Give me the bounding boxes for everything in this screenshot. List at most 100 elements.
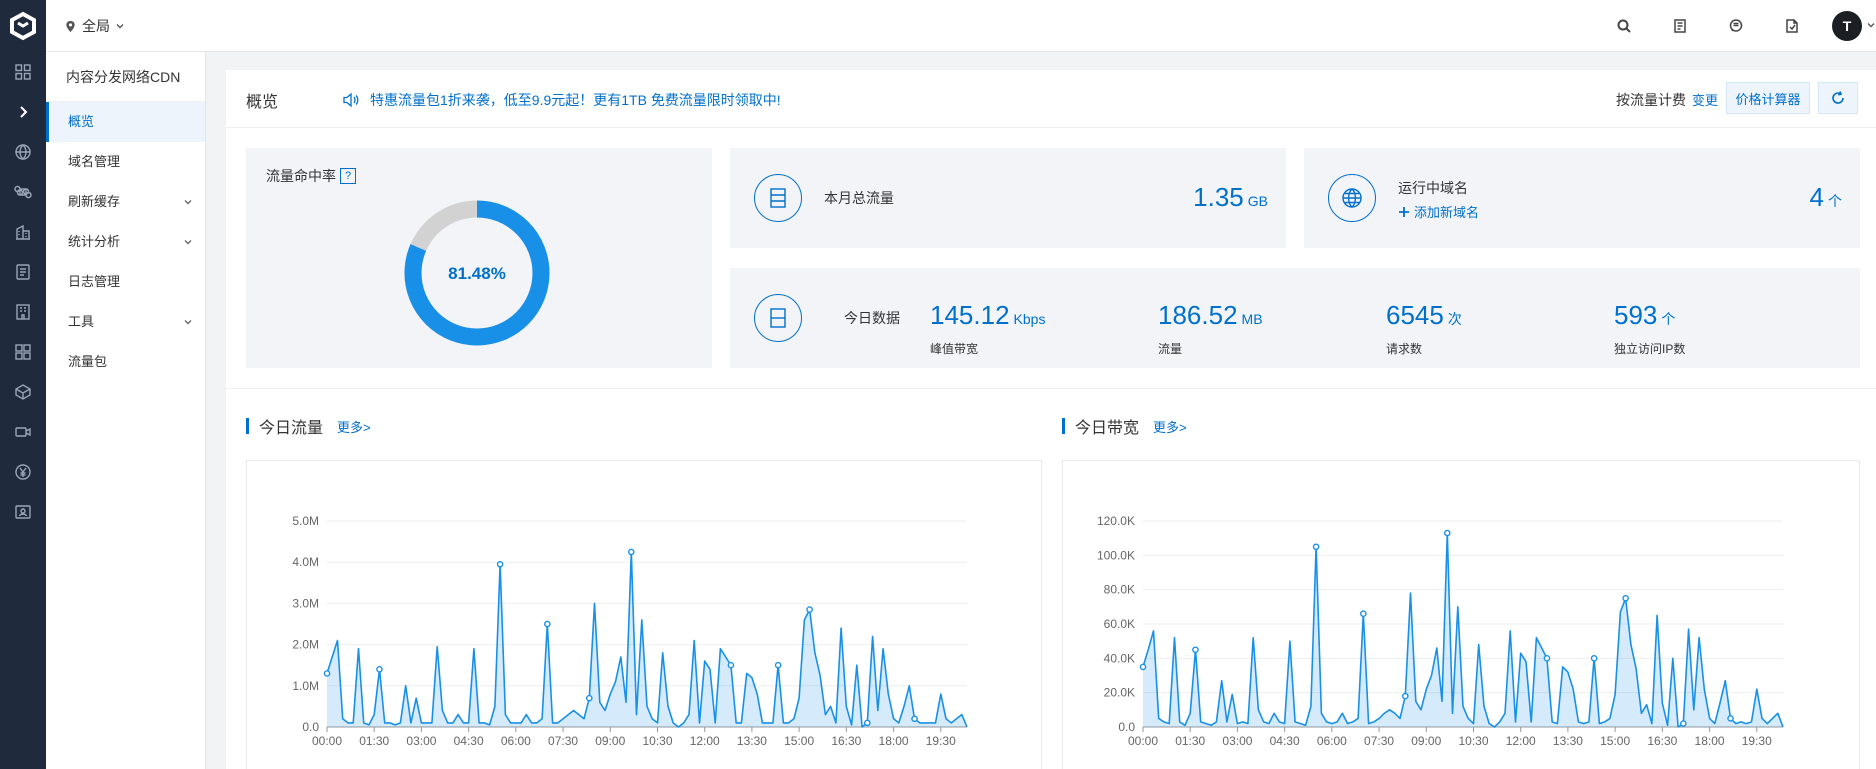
calendar-day-icon [754,294,802,342]
unique-ip-label: 独立访问IP数 [1614,342,1686,356]
monthly-traffic-label: 本月总流量 [824,190,894,206]
x-tick-label: 19:30 [1742,734,1772,748]
stat-value-unit: 个 [1661,311,1676,327]
stat-value-number: 145.12 [930,300,1010,330]
promo-notice[interactable]: 特惠流量包1折来袭，低至9.9元起！更有1TB 免费流量限时领取中! [342,90,781,110]
data-point-marker [544,620,551,628]
nav-item-label: 刷新缓存 [68,194,121,209]
overview-content: 概览 特惠流量包1折来袭，低至9.9元起！更有1TB 免费流量限时领取中! 按流… [226,70,1876,769]
today-bandwidth-more-link[interactable]: 更多> [1153,417,1187,436]
avatar-chevron-down-icon[interactable] [1866,20,1876,30]
monthly-value-unit: GB [1247,193,1268,209]
nav-item-overview[interactable]: 概览 [46,102,205,142]
requests-label: 请求数 [1386,342,1423,356]
today-traffic-more-link[interactable]: 更多> [337,417,371,436]
data-point-marker [1543,655,1551,662]
x-tick-label: 19:30 [926,734,956,748]
today-bandwidth-chart: 0.0 20.0K 40.0K 60.0K 80.0K 100.0K 120.0K 00:00… [1062,460,1860,769]
apps-grid-icon[interactable] [0,332,46,372]
document-icon[interactable] [0,252,46,292]
search-icon[interactable] [1614,16,1634,36]
y-tick-label: 80.0K [1104,583,1135,597]
nav-item-refresh-cache[interactable]: 刷新缓存 [46,182,205,222]
product-rail [0,0,46,769]
billing-doc-icon[interactable] [1670,16,1690,36]
nav-item-statistics[interactable]: 统计分析 [46,222,205,262]
bandwidth-chart-svg: 0.0 20.0K 40.0K 60.0K 80.0K 100.0K 120.0K 00:00… [1097,514,1784,748]
stat-value-unit: 次 [1447,311,1462,327]
top-bar: 全局 T [46,0,1876,52]
help-icon[interactable]: ? [340,168,356,184]
nav-item-log-management[interactable]: 日志管理 [46,262,205,302]
hit-rate-card: 流量命中率 ? 81.48% [246,148,712,368]
data-point-marker [1360,610,1367,617]
running-domains-card: 运行中域名 添加新域名 4个 [1304,148,1860,248]
calendar-month-icon [754,174,802,222]
nav-item-label: 域名管理 [68,154,121,169]
cloud-logo-icon[interactable] [0,0,46,52]
hit-rate-value: 81.48% [448,264,506,283]
chevron-down-icon [184,320,192,325]
data-point-marker [864,719,871,727]
hit-rate-label: 流量命中率 [266,168,336,184]
requests-value: 6545 次 [1386,300,1462,331]
price-calculator-button[interactable]: 价格计算器 [1726,82,1810,114]
x-tick-label: 04:30 [454,734,484,748]
x-tick-label: 12:00 [1506,734,1536,748]
plus-icon [1399,206,1409,217]
region-selector[interactable]: 全局 [64,16,125,36]
stat-value-unit: MB [1241,311,1263,327]
section-accent [246,418,249,434]
x-tick-label: 03:00 [1222,734,1252,748]
section-divider [226,388,1876,389]
x-tick-label: 18:00 [879,734,909,748]
video-icon[interactable] [0,412,46,452]
domains-value-unit: 个 [1828,193,1842,209]
globe-icon [1328,174,1376,222]
nav-item-label: 工具 [68,314,95,329]
data-point-marker [496,560,504,568]
domains-value-number: 4 [1809,182,1824,212]
nav-item-label: 统计分析 [68,234,121,249]
today-data-label: 今日数据 [844,310,900,326]
yen-icon[interactable] [0,452,46,492]
command-icon[interactable] [0,172,46,212]
y-tick-label: 60.0K [1104,617,1135,631]
ticket-icon[interactable] [1782,16,1802,36]
nav-item-domain-management[interactable]: 域名管理 [46,142,205,182]
nav-item-tools[interactable]: 工具 [46,302,205,342]
speaker-icon [343,92,359,108]
data-point-marker [627,548,635,556]
y-tick-label: 2.0M [292,638,319,652]
box-icon[interactable] [0,372,46,412]
page-title: 概览 [246,94,279,111]
y-tick-label: 5.0M [292,514,319,528]
y-tick-label: 4.0M [292,555,319,569]
y-tick-label: 120.0K [1097,514,1135,528]
building-alt-icon[interactable] [0,292,46,332]
x-tick-label: 09:00 [595,734,625,748]
avatar[interactable]: T [1832,11,1862,41]
globe-icon[interactable] [0,132,46,172]
add-domain-link[interactable]: 添加新域名 [1398,202,1479,221]
chevron-down-icon [184,240,192,245]
expand-arrow-icon[interactable] [0,92,46,132]
refresh-button[interactable] [1818,82,1858,114]
hit-rate-title: 流量命中率 ? [266,166,356,186]
message-icon[interactable] [1726,16,1746,36]
nav-item-traffic-package[interactable]: 流量包 [46,342,205,382]
page-header: 概览 特惠流量包1折来袭，低至9.9元起！更有1TB 免费流量限时领取中! 按流… [226,70,1876,128]
y-tick-label: 100.0K [1097,548,1135,562]
billing-mode: 按流量计费 [1616,92,1686,108]
dashboard-grid-icon[interactable] [0,52,46,92]
chevron-down-icon [184,200,192,205]
x-tick-label: 00:00 [312,734,342,748]
x-tick-label: 04:30 [1270,734,1300,748]
x-tick-label: 00:00 [1128,734,1158,748]
x-tick-label: 06:00 [501,734,531,748]
change-billing-link[interactable]: 变更 [1692,90,1718,109]
cdn-sidenav: 内容分发网络CDN 概览 域名管理 刷新缓存 统计分析 日志管理 工具 流量包 [46,52,206,769]
x-tick-label: 10:30 [1458,734,1488,748]
id-card-icon[interactable] [0,492,46,532]
building-icon[interactable] [0,212,46,252]
